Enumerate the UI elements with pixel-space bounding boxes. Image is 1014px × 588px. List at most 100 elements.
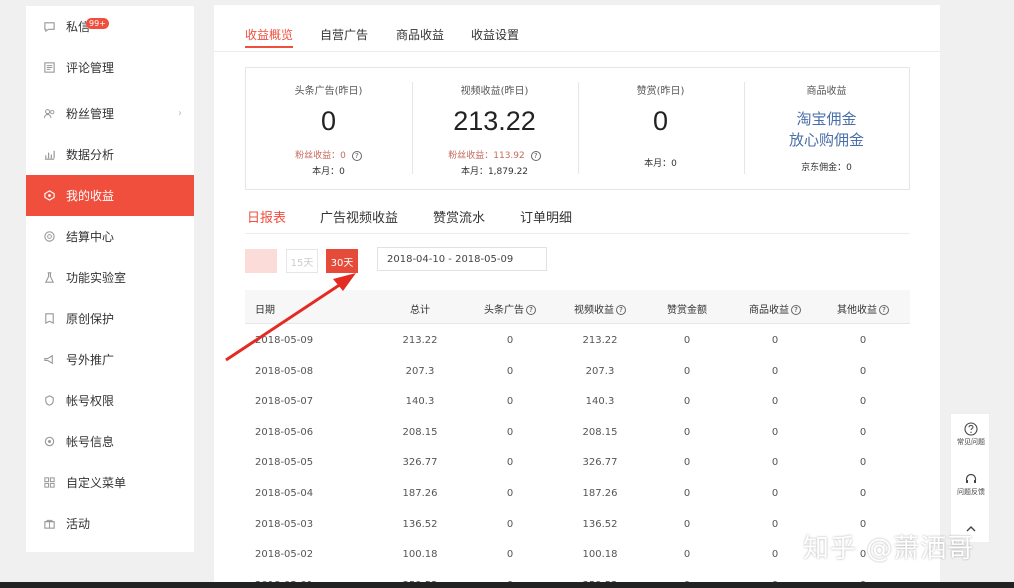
cell-video-income: 187.26 bbox=[582, 487, 618, 499]
cell-goods: 0 bbox=[771, 396, 779, 408]
sidebar-item-income[interactable]: 我的收益 bbox=[26, 175, 194, 216]
cell-date: 2018-05-04 bbox=[255, 487, 314, 499]
sidebar-item-messages[interactable]: 私信 99+ bbox=[26, 6, 194, 47]
income-icon bbox=[42, 189, 56, 203]
col-headline-ads: 头条广告? bbox=[470, 301, 550, 316]
comment-icon bbox=[42, 61, 56, 75]
fans-icon bbox=[42, 107, 56, 121]
cell-headline-ads: 0 bbox=[506, 518, 514, 530]
faq-button[interactable]: 常见问题 bbox=[951, 422, 991, 446]
tab-income-overview[interactable]: 收益概览 bbox=[245, 26, 294, 48]
cell-video-income: 326.77 bbox=[582, 457, 618, 469]
month-total: 本月：0 bbox=[644, 159, 677, 169]
help-icon[interactable]: ? bbox=[616, 305, 626, 315]
cell-date: 2018-05-08 bbox=[255, 365, 314, 377]
cell-goods: 0 bbox=[771, 335, 779, 346]
card-headline-ads: 头条广告(昨日) 0 粉丝收益：0? 本月：0 bbox=[246, 68, 411, 189]
card-video-income: 视频收益(昨日) 213.22 粉丝收益：113.92? 本月：1,879.22 bbox=[412, 68, 577, 189]
cell-total: 100.18 bbox=[402, 549, 438, 561]
sidebar-item-permission[interactable]: 帐号权限 bbox=[26, 380, 194, 421]
top-tabs: 收益概览 自营广告 商品收益 收益设置 bbox=[214, 5, 940, 52]
cell-tips: 0 bbox=[683, 365, 691, 377]
sidebar-item-label: 结算中心 bbox=[66, 230, 115, 244]
sidebar-item-label: 帐号信息 bbox=[66, 435, 115, 449]
sidebar-item-comments[interactable]: 评论管理 bbox=[26, 47, 194, 88]
cell-total: 187.26 bbox=[402, 487, 438, 499]
sidebar-item-promote[interactable]: 号外推广 bbox=[26, 339, 194, 380]
sidebar-item-label: 号外推广 bbox=[66, 353, 115, 367]
chart-icon bbox=[42, 148, 56, 162]
original-icon bbox=[42, 312, 56, 326]
tab-goods-income[interactable]: 商品收益 bbox=[396, 26, 444, 43]
filter-30days-button[interactable]: 30天 bbox=[326, 249, 358, 273]
feedback-button[interactable]: 问题反馈 bbox=[951, 472, 991, 496]
floating-help-widget: 常见问题 问题反馈 bbox=[950, 413, 990, 543]
cell-total: 136.52 bbox=[402, 518, 438, 530]
faq-label: 常见问题 bbox=[957, 438, 985, 446]
col-tips-amount: 赞赏金额 bbox=[667, 305, 707, 316]
tab-order-details[interactable]: 订单明细 bbox=[520, 207, 572, 226]
cell-tips: 0 bbox=[683, 396, 691, 408]
tab-income-settings[interactable]: 收益设置 bbox=[471, 26, 519, 43]
sidebar-item-activity[interactable]: 活动 bbox=[26, 503, 194, 544]
chevron-right-icon: › bbox=[178, 108, 182, 119]
table-row: 2018-05-08 207.3 0 207.3 0 0 0 bbox=[245, 355, 910, 386]
sidebar-item-fans[interactable]: 粉丝管理 › bbox=[26, 93, 194, 134]
help-icon[interactable]: ? bbox=[526, 305, 536, 315]
cell-tips: 0 bbox=[683, 518, 691, 530]
cell-goods: 0 bbox=[771, 426, 779, 438]
tab-tips-flow[interactable]: 赞赏流水 bbox=[433, 207, 485, 226]
feedback-label: 问题反馈 bbox=[957, 488, 985, 496]
month-total: 本月：0 bbox=[312, 167, 345, 177]
cell-headline-ads: 0 bbox=[506, 457, 514, 469]
sidebar-item-analytics[interactable]: 数据分析 bbox=[26, 134, 194, 175]
cell-video-income: 208.15 bbox=[582, 426, 618, 438]
sidebar-item-custom-menu[interactable]: 自定义菜单 bbox=[26, 462, 194, 503]
cell-headline-ads: 0 bbox=[506, 549, 514, 561]
col-goods-income: 商品收益? bbox=[735, 301, 815, 316]
sidebar-item-account[interactable]: 帐号信息 bbox=[26, 421, 194, 462]
sidebar-item-label: 自定义菜单 bbox=[66, 476, 127, 490]
tab-self-ads[interactable]: 自营广告 bbox=[320, 26, 368, 43]
cell-video-income: 207.3 bbox=[585, 365, 615, 377]
cell-tips: 0 bbox=[683, 335, 691, 346]
cell-video-income: 213.22 bbox=[582, 335, 618, 346]
card-value: 0 bbox=[652, 106, 669, 136]
help-icon[interactable]: ? bbox=[351, 150, 362, 161]
filter-15days-button[interactable]: 15天 bbox=[286, 249, 318, 273]
tab-ad-video-income[interactable]: 广告视频收益 bbox=[320, 207, 398, 226]
filter-7days-button[interactable] bbox=[245, 249, 277, 273]
taobao-commission-link[interactable]: 淘宝佣金 bbox=[744, 108, 909, 129]
headset-icon bbox=[965, 473, 977, 483]
cell-total: 140.3 bbox=[405, 396, 435, 408]
cell-headline-ads: 0 bbox=[506, 487, 514, 499]
cell-video-income: 140.3 bbox=[585, 396, 615, 408]
cell-headline-ads: 0 bbox=[506, 426, 514, 438]
sidebar-item-label: 粉丝管理 bbox=[66, 107, 115, 121]
question-circle-icon bbox=[964, 422, 978, 436]
cell-total: 213.22 bbox=[402, 335, 438, 346]
cell-total: 326.77 bbox=[402, 457, 438, 469]
fangxingou-commission-link[interactable]: 放心购佣金 bbox=[744, 129, 909, 150]
fans-income: 粉丝收益：113.92? bbox=[412, 148, 577, 161]
cell-other: 0 bbox=[859, 335, 867, 346]
card-goods-income: 商品收益 淘宝佣金 放心购佣金 京东佣金：0 bbox=[744, 68, 909, 189]
sidebar-item-original[interactable]: 原创保护 bbox=[26, 298, 194, 339]
cell-goods: 0 bbox=[771, 457, 779, 469]
help-icon[interactable]: ? bbox=[791, 305, 801, 315]
help-icon[interactable]: ? bbox=[879, 305, 889, 315]
message-icon bbox=[42, 20, 56, 34]
cell-date: 2018-05-06 bbox=[255, 426, 314, 438]
sidebar-item-lab[interactable]: 功能实验室 bbox=[26, 257, 194, 298]
activity-icon bbox=[42, 517, 56, 531]
month-total: 本月：1,879.22 bbox=[460, 167, 529, 177]
sidebar-item-settlement[interactable]: 结算中心 bbox=[26, 216, 194, 257]
sidebar-item-label: 数据分析 bbox=[66, 148, 115, 162]
help-icon[interactable]: ? bbox=[530, 150, 541, 161]
cell-date: 2018-05-09 bbox=[255, 335, 314, 346]
cell-other: 0 bbox=[859, 365, 867, 377]
cell-date: 2018-05-07 bbox=[255, 396, 314, 408]
sidebar-item-label: 我的收益 bbox=[66, 189, 115, 203]
date-range-picker[interactable]: 2018-04-10 - 2018-05-09 bbox=[377, 247, 547, 271]
tab-daily-report[interactable]: 日报表 bbox=[247, 207, 286, 226]
